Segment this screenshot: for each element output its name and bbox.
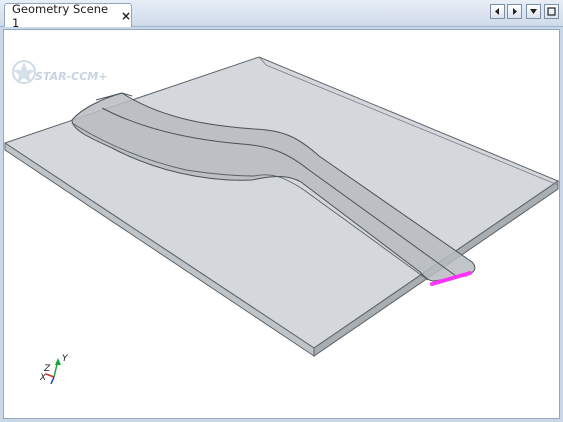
3d-viewport[interactable]: STAR-CCM+ Y X Z — [3, 29, 560, 419]
maximize-icon — [547, 7, 556, 16]
axes-triad: Y X Z — [39, 354, 69, 385]
tab-title: Geometry Scene 1 — [12, 1, 109, 30]
tab-geometry-scene[interactable]: Geometry Scene 1 × — [4, 1, 132, 30]
scene-canvas[interactable]: STAR-CCM+ Y X Z — [4, 30, 560, 419]
maximize-button[interactable] — [544, 4, 559, 19]
arrow-left-icon — [495, 8, 499, 15]
scene-window: Geometry Scene 1 × STAR-CCM+ Y X Z — [0, 0, 563, 422]
tab-list-dropdown-button[interactable] — [526, 4, 541, 19]
logo-text: STAR-CCM+ — [35, 70, 107, 83]
arrow-right-icon — [513, 8, 517, 15]
chevron-down-icon — [530, 9, 537, 14]
scroll-tabs-right-button[interactable] — [507, 4, 522, 19]
axis-y-label: Y — [62, 354, 69, 364]
axis-z-label: Z — [43, 364, 51, 374]
tab-close-icon[interactable]: × — [121, 9, 131, 23]
star-ccm-logo: STAR-CCM+ — [12, 60, 107, 84]
tab-strip: Geometry Scene 1 × — [0, 0, 563, 30]
scroll-tabs-left-button[interactable] — [490, 4, 505, 19]
axis-x-label: X — [39, 373, 47, 383]
